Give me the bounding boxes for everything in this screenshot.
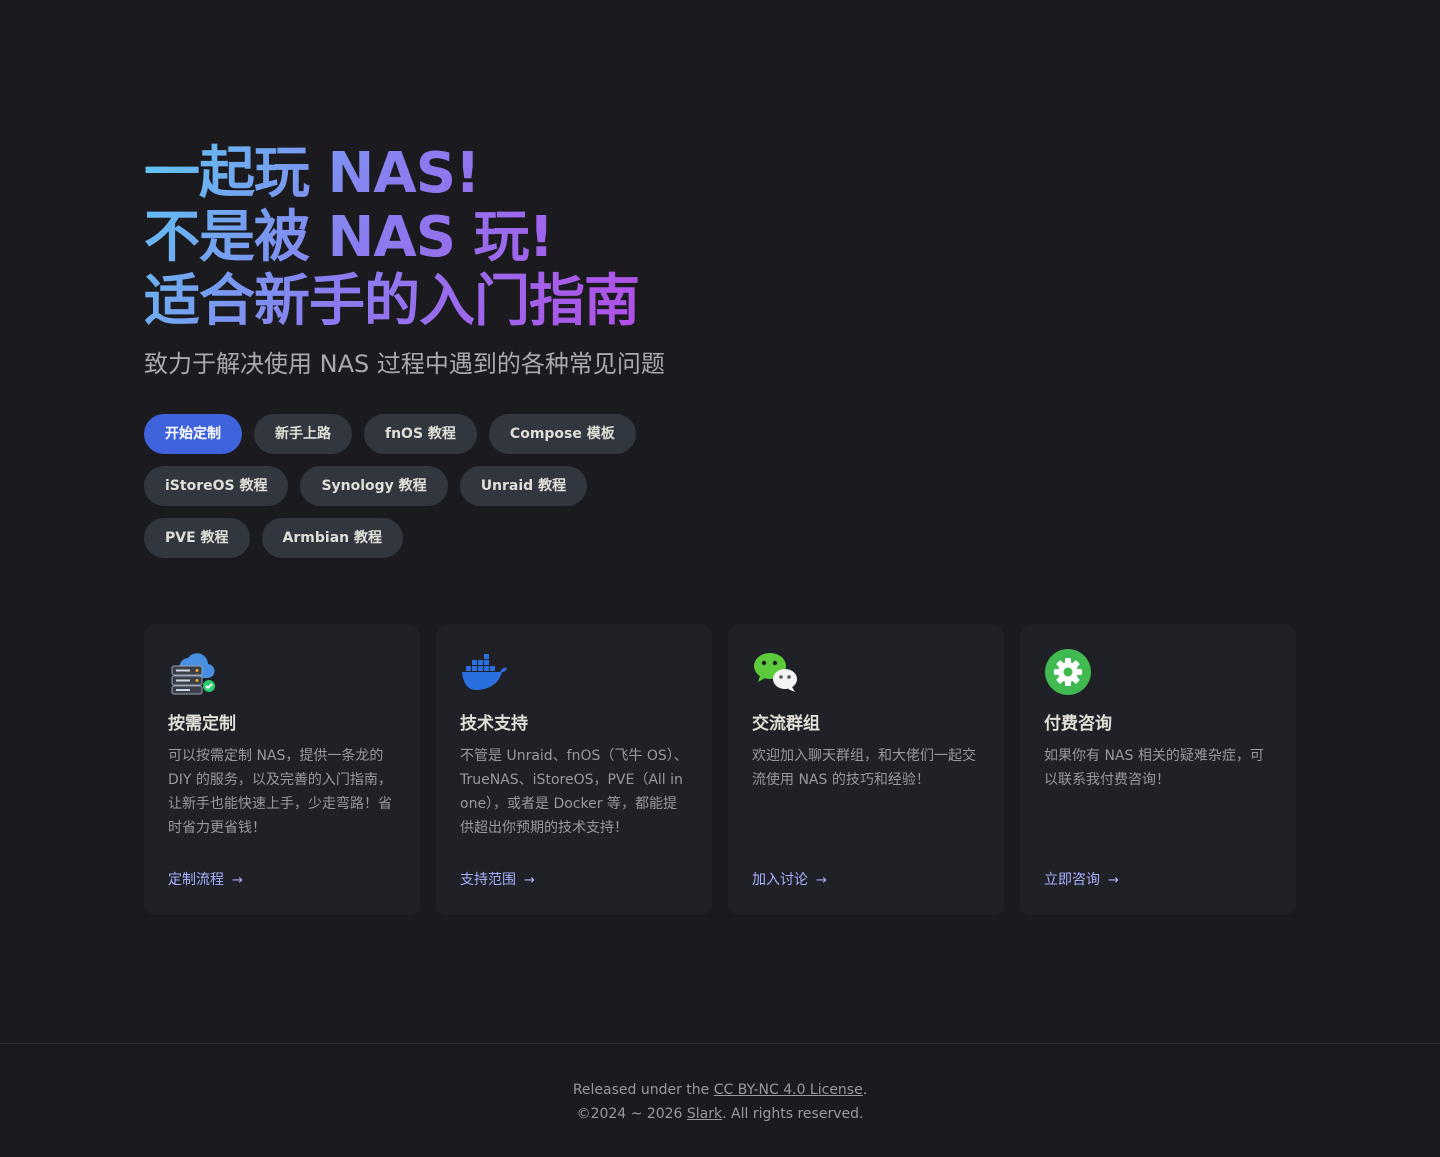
action-button-synology[interactable]: Synology 教程 [300,466,448,506]
feature-title: 技术支持 [460,714,528,734]
action-button-armbian[interactable]: Armbian 教程 [261,518,403,558]
license-link[interactable]: CC BY-NC 4.0 License [714,1082,863,1098]
hero-title-line3: 适合新手的入门指南 [144,269,639,334]
feature-details: 可以按需定制 NAS，提供一条龙的 DIY 的服务，以及完善的入门指南，让新手也… [168,748,392,836]
feature-link-text: 定制流程 [168,872,224,888]
feature-link-consult-now[interactable]: 立即咨询 → [1044,869,1119,889]
hero-actions: 开始定制 新手上路 fnOS 教程 Compose 模板 iStoreOS 教程… [144,414,704,558]
hero-tagline: 致力于解决使用 NAS 过程中遇到的各种常见问题 [144,350,665,378]
action-button-start-custom[interactable]: 开始定制 [144,414,242,454]
footer-rights-text: . All rights reserved. [722,1106,864,1122]
footer-copyright-text: ©2024 ~ 2026 [576,1106,687,1122]
feature-link-text: 支持范围 [460,872,516,888]
feature-details: 如果你有 NAS 相关的疑难杂症，可以联系我付费咨询！ [1044,748,1264,788]
action-button-fnos[interactable]: fnOS 教程 [364,414,477,454]
feature-title: 交流群组 [752,714,820,734]
arrow-right-icon: → [524,873,535,888]
feature-link-text: 加入讨论 [752,872,808,888]
footer-copyright-line: ©2024 ~ 2026 Slark. All rights reserved. [0,1102,1440,1126]
action-button-pve[interactable]: PVE 教程 [144,518,250,558]
feature-card-community[interactable]: 交流群组 欢迎加入聊天群组，和大佬们一起交流使用 NAS 的技巧和经验！ 加入讨… [728,624,1004,915]
feature-link-custom-process[interactable]: 定制流程 → [168,869,243,889]
feature-link-support-scope[interactable]: 支持范围 → [460,869,535,889]
features: 按需定制 可以按需定制 NAS，提供一条龙的 DIY 的服务，以及完善的入门指南… [144,624,1296,915]
arrow-right-icon: → [232,873,243,888]
footer-license-line: Released under the CC BY-NC 4.0 License. [0,1078,1440,1102]
hero: 一起玩 NAS! 不是被 NAS 玩! 适合新手的入门指南 致力于解决使用 NA… [144,142,844,558]
hero-title: 一起玩 NAS! 不是被 NAS 玩! 适合新手的入门指南 [144,142,639,334]
footer-released-text: Released under the [572,1082,714,1098]
feature-details: 不管是 Unraid、fnOS（飞牛 OS）、TrueNAS、iStoreOS，… [460,748,688,836]
arrow-right-icon: → [816,873,827,888]
hero-title-line1: 一起玩 NAS! [144,141,480,206]
feature-link-text: 立即咨询 [1044,872,1100,888]
gear-icon [1045,649,1091,695]
feature-title: 按需定制 [168,714,236,734]
author-link[interactable]: Slark [687,1106,722,1122]
feature-details: 欢迎加入聊天群组，和大佬们一起交流使用 NAS 的技巧和经验！ [752,748,976,788]
action-button-unraid[interactable]: Unraid 教程 [459,466,588,506]
feature-card-consult[interactable]: 付费咨询 如果你有 NAS 相关的疑难杂症，可以联系我付费咨询！ 立即咨询 → [1020,624,1296,915]
docker-icon [462,654,507,690]
action-button-beginner[interactable]: 新手上路 [254,414,352,454]
cloud-server-icon [171,653,215,695]
feature-card-support[interactable]: 技术支持 不管是 Unraid、fnOS（飞牛 OS）、TrueNAS、iSto… [436,624,712,915]
feature-card-custom[interactable]: 按需定制 可以按需定制 NAS，提供一条龙的 DIY 的服务，以及完善的入门指南… [144,624,420,915]
action-button-compose[interactable]: Compose 模板 [488,414,636,454]
footer-period: . [862,1082,868,1098]
footer: Released under the CC BY-NC 4.0 License.… [0,1043,1440,1157]
hero-title-line2: 不是被 NAS 玩! [144,205,554,270]
feature-title: 付费咨询 [1044,714,1112,734]
feature-link-join-discussion[interactable]: 加入讨论 → [752,869,827,889]
action-button-istoreos[interactable]: iStoreOS 教程 [144,466,289,506]
wechat-icon [754,653,797,692]
arrow-right-icon: → [1108,873,1119,888]
